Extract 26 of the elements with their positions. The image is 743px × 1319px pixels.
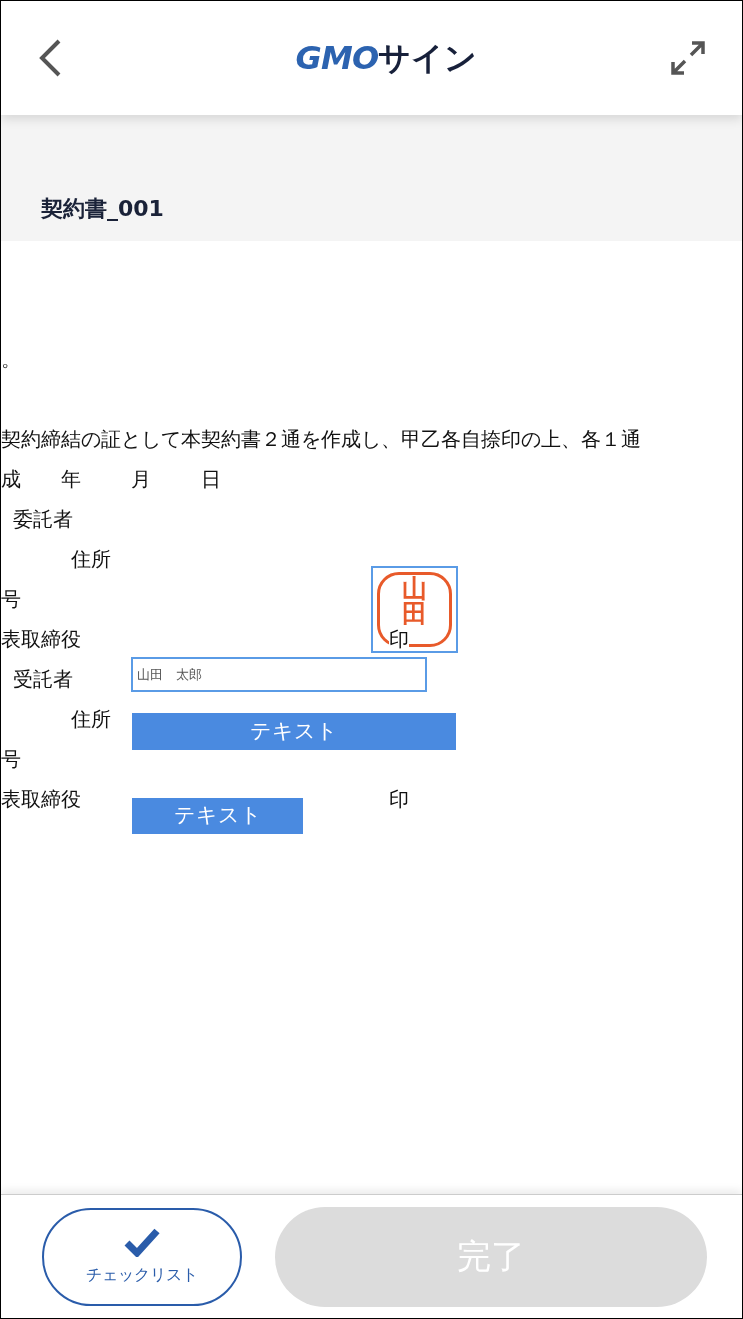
document-text: 表取締役	[1, 786, 81, 813]
text-field-button[interactable]: テキスト	[132, 798, 303, 834]
document-text: 住所	[71, 546, 111, 573]
document-text: 委託者	[13, 506, 73, 533]
stamp-text: 山田	[401, 576, 428, 626]
document-text: 成	[1, 466, 22, 493]
back-icon[interactable]	[37, 38, 63, 78]
seal-mark-text: 印	[389, 629, 409, 649]
document-text: 契約締結の証として本契約書２通を作成し、甲乙各自捺印の上、各１通	[1, 426, 641, 453]
document-text: 受託者	[13, 666, 73, 693]
document-text: 号	[1, 746, 21, 773]
app-logo: GMOサイン	[295, 38, 478, 79]
document-text: 。	[1, 346, 21, 373]
document-title: 契約書_001	[41, 195, 164, 223]
expand-icon[interactable]	[670, 40, 706, 76]
document-text: 年	[61, 466, 82, 493]
document-text: 号	[1, 586, 21, 613]
document-text: 表取締役	[1, 626, 81, 653]
document-text: 住所	[71, 706, 111, 733]
seal-mark-text: 印	[389, 789, 409, 809]
checklist-button[interactable]: チェックリスト	[42, 1207, 242, 1306]
document-text: 日	[201, 466, 222, 493]
document-text: 月	[131, 466, 152, 493]
check-icon	[124, 1226, 160, 1257]
name-input-field[interactable]: 山田 太郎	[131, 657, 427, 692]
text-field-button[interactable]: テキスト	[132, 713, 456, 750]
